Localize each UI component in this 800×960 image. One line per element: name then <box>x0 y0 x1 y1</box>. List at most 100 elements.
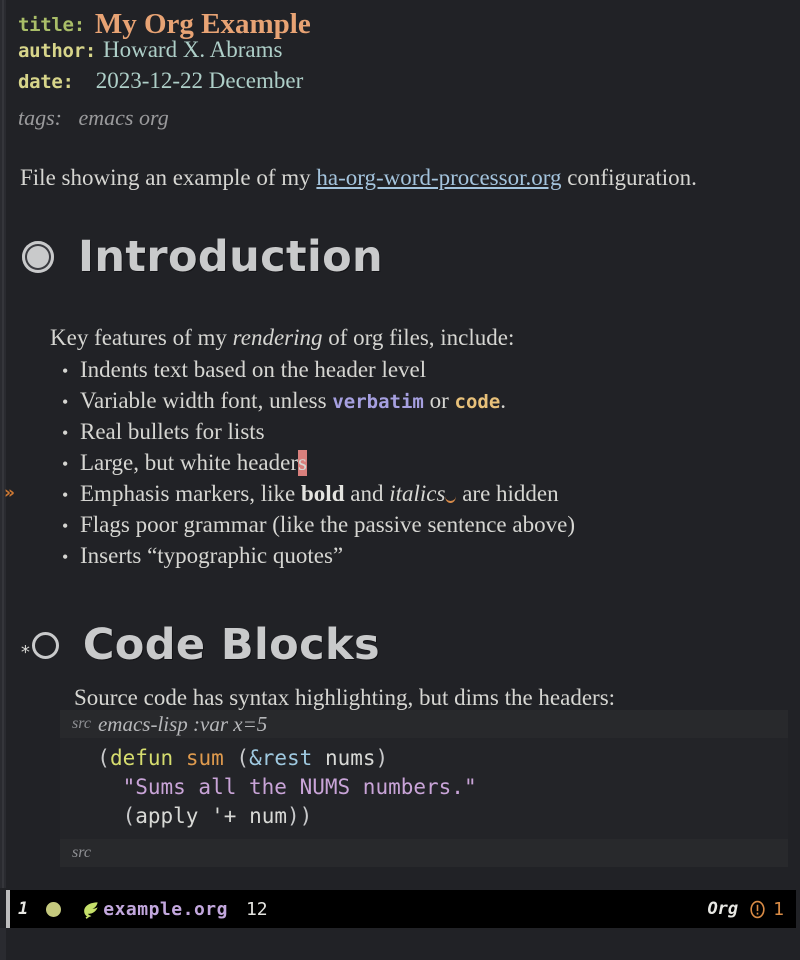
code-token: apply <box>135 804 199 828</box>
src-block-begin-line: src emacs-lisp :var x=5 <box>60 710 788 738</box>
list-item: • Emphasis markers, like bold and italic… <box>62 481 575 512</box>
exclamation-circle-icon[interactable] <box>748 900 767 919</box>
echo-area-left-fringe <box>0 928 6 960</box>
list-item-suffix: . <box>500 388 507 413</box>
verbatim-text: verbatim <box>332 391 424 413</box>
buffer-state-dot-icon[interactable] <box>46 901 62 917</box>
bold-text: bold <box>301 481 345 506</box>
bullet-dot-icon: • <box>62 485 69 505</box>
org-buffer[interactable]: title: My Org Example author: Howard X. … <box>0 0 800 888</box>
document-date: 2023-12-22 December <box>95 68 304 93</box>
code-token: ( <box>97 746 110 770</box>
code-token: num <box>249 804 287 828</box>
org-leaf-icon <box>81 900 100 919</box>
list-item-text: Indents text based on the header level <box>80 357 427 382</box>
list-item: • Large, but white header s <box>62 450 575 481</box>
major-mode-label[interactable]: Org <box>707 899 738 919</box>
title-keyword-label: title: <box>18 14 85 36</box>
lead-italic: rendering <box>232 325 323 350</box>
list-item-middle: or <box>423 388 455 413</box>
code-token: ( <box>236 746 250 770</box>
code-token: '+ <box>211 804 237 828</box>
heading-star-marker: * <box>20 641 31 663</box>
keyword-line-tags: tags: emacs org <box>18 105 169 131</box>
heading-introduction[interactable]: Introduction <box>22 232 383 282</box>
code-text: code <box>454 391 501 413</box>
modeline-left-edge <box>6 890 10 928</box>
list-item-text: Emphasis markers, like <box>80 481 302 506</box>
modeline[interactable]: 1 example.org 12 Org 1 <box>6 890 796 928</box>
code-token: &rest <box>249 746 313 770</box>
code-token: sum <box>185 746 224 770</box>
spellcheck-squiggle-icon <box>445 497 457 503</box>
code-token: nums <box>324 746 376 770</box>
intro-text-after: configuration. <box>561 165 697 190</box>
src-begin-keyword: src <box>72 715 91 732</box>
tags-keyword-label: tags: <box>18 105 62 130</box>
code-token: ) <box>375 746 389 770</box>
keyword-line-author: author: Howard X. Abrams <box>18 37 311 68</box>
fringe-continuation-marker: » <box>4 483 15 503</box>
code-blocks-lead-line: Source code has syntax highlighting, but… <box>74 685 616 710</box>
bullet-dot-icon: • <box>62 547 69 567</box>
list-item-text: Large, but white header <box>80 450 298 475</box>
bullet-dot-icon: • <box>62 454 69 474</box>
italic-text: italics <box>389 481 446 506</box>
document-title: My Org Example <box>94 8 311 40</box>
list-item-suffix: are hidden <box>456 481 559 506</box>
list-item: • Real bullets for lists <box>62 419 575 450</box>
list-item: • Inserts “typographic quotes” <box>62 543 575 574</box>
document-tags: emacs org <box>78 105 169 130</box>
intro-paragraph: File showing an example of my ha-org-wor… <box>20 165 697 191</box>
intro-text-before: File showing an example of my <box>20 165 317 190</box>
org-src-block[interactable]: src emacs-lisp :var x=5 (defun sum (&rest… <box>60 710 788 867</box>
code-token: ( <box>122 804 136 828</box>
heading-code-blocks-label: Code Blocks <box>82 620 380 670</box>
date-keyword-label: date: <box>18 71 74 93</box>
org-keyword-block: title: My Org Example author: Howard X. … <box>18 6 311 99</box>
list-item-text: Flags poor grammar (like the passive sen… <box>80 512 575 537</box>
author-keyword-label: author: <box>18 40 96 62</box>
src-block-code[interactable]: (defun sum (&rest nums) "Sums all the NU… <box>60 738 788 839</box>
heading-code-blocks[interactable]: * Code Blocks <box>20 620 380 670</box>
modeline-left-group: 1 example.org 12 <box>18 899 707 920</box>
code-line: "Sums all the NUMS numbers." <box>60 773 788 802</box>
lead-before: Key features of my <box>50 325 233 350</box>
bullet-dot-icon: • <box>62 361 69 381</box>
modeline-right-group: Org 1 <box>707 899 784 920</box>
list-item-text: Inserts “typographic quotes” <box>80 543 344 568</box>
text-cursor: s <box>297 450 307 476</box>
bullet-dot-icon: • <box>62 516 69 536</box>
open-ring-bullet-icon <box>31 631 59 659</box>
keyword-line-date: date: 2023-12-22 December <box>18 68 311 99</box>
lead-after: of org files, include: <box>322 325 515 350</box>
list-item-text: Real bullets for lists <box>80 419 265 444</box>
list-item: • Variable width font, unless verbatim o… <box>62 388 575 419</box>
bullet-dot-icon: • <box>62 423 69 443</box>
keyword-line-title: title: My Org Example <box>18 6 311 40</box>
src-end-keyword: src <box>72 844 91 861</box>
code-token: "Sums all the NUMS numbers." <box>122 775 477 799</box>
code-token: )) <box>287 804 313 828</box>
window-number: 1 <box>18 899 29 919</box>
heading-introduction-label: Introduction <box>78 232 384 282</box>
code-line: (defun sum (&rest nums) <box>60 744 788 773</box>
list-item: • Indents text based on the header level <box>62 357 575 388</box>
echo-area <box>0 928 800 960</box>
code-line: (apply '+ num)) <box>60 802 788 831</box>
buffer-name[interactable]: example.org <box>103 899 228 920</box>
list-item-middle: and <box>344 481 390 506</box>
filled-ring-bullet-icon <box>22 241 54 273</box>
feature-bullet-list: • Indents text based on the header level… <box>62 357 575 574</box>
src-begin-arguments: emacs-lisp :var x=5 <box>97 711 268 736</box>
bullet-dot-icon: • <box>62 392 69 412</box>
cursor-position: 12 <box>245 898 268 920</box>
org-file-link[interactable]: ha-org-word-processor.org <box>316 165 561 190</box>
src-block-end-line: src <box>60 839 788 867</box>
emacs-window: title: My Org Example author: Howard X. … <box>0 0 800 960</box>
